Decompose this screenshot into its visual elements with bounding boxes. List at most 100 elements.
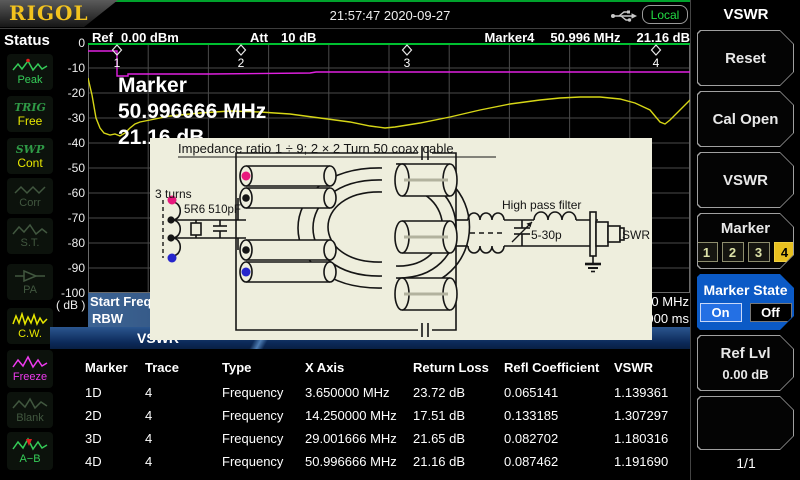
col-x-axis: X Axis [305, 360, 413, 375]
start-freq-label: Start Freq [90, 294, 151, 309]
marker-table: Marker Trace Type X Axis Return Loss Ref… [62, 352, 690, 473]
marker-state-off[interactable]: Off [750, 303, 792, 322]
marker-number: 1 [114, 56, 121, 70]
marker-diamond [403, 45, 412, 55]
turns-label: 3 turns [155, 187, 192, 201]
clock-timestamp: 21:57:47 2020-09-27 [300, 8, 480, 23]
status-tile-pa[interactable]: PA [7, 264, 53, 300]
y-tick: -20 [52, 86, 85, 100]
status-tile-swp[interactable]: SWP Cont [7, 138, 53, 174]
cw-waveform-icon [11, 312, 49, 327]
marker-number: 3 [404, 56, 411, 70]
status-tile-freeze[interactable]: Freeze [7, 350, 53, 388]
status-tile-label: S.T. [21, 237, 40, 249]
brand-logo: RIGOL [9, 1, 89, 25]
marker-state-on[interactable]: On [700, 303, 742, 322]
vswr-button[interactable]: VSWR [697, 152, 794, 208]
local-mode-badge: Local [642, 5, 688, 24]
status-tile-label: Blank [16, 412, 44, 424]
trig-tag: TRIG [14, 102, 46, 114]
y-tick: -70 [52, 211, 85, 225]
status-tile-label: Freeze [13, 371, 47, 383]
sweep-time-fragment: 000 ms [646, 311, 689, 326]
rc-label: 5R6 510pF [184, 204, 241, 216]
col-trace: Trace [145, 360, 222, 375]
usb-icon [610, 8, 638, 29]
table-row: 2D4Frequency14.250000 MHz17.51 dB0.13318… [62, 404, 690, 427]
marker-4-box[interactable]: 4 [774, 242, 796, 262]
corr-icon [11, 183, 49, 196]
rbw-label: RBW [92, 311, 123, 326]
marker-number: 2 [238, 56, 245, 70]
marker-select-button[interactable]: Marker 1 2 3 4 [697, 213, 794, 269]
preamp-icon [11, 269, 49, 283]
menu-title: VSWR [691, 6, 800, 23]
peak-waveform-icon [11, 58, 49, 73]
y-tick: -40 [52, 136, 85, 150]
marker-block-freq: 50.996666 MHz [118, 99, 266, 125]
circuit-diagram: Impedance ratio 1 ÷ 9; 2 × 2 Turn 50 coa… [150, 138, 652, 340]
col-type: Type [222, 360, 305, 375]
blue-terminal-dot [168, 254, 177, 263]
sweep-time-icon [11, 223, 49, 236]
circuit-diagram-overlay: Impedance ratio 1 ÷ 9; 2 × 2 Turn 50 coa… [150, 138, 652, 340]
topbar-separator [0, 28, 690, 29]
status-tile-a-minus-b[interactable]: A−B [7, 432, 53, 470]
y-tick: -80 [52, 236, 85, 250]
swr-label: SWR [622, 228, 650, 242]
col-marker: Marker [85, 360, 145, 375]
overlay-title: Impedance ratio 1 ÷ 9; 2 × 2 Turn 50 coa… [178, 141, 454, 156]
y-tick: -10 [52, 61, 85, 75]
status-tile-blank[interactable]: Blank [7, 392, 53, 428]
reset-button[interactable]: Reset [697, 30, 794, 86]
y-tick: -30 [52, 111, 85, 125]
y-tick: 0 [52, 36, 85, 50]
marker-state-label: Marker State [703, 282, 787, 298]
table-row: 1D4Frequency3.650000 MHz23.72 dB0.065141… [62, 381, 690, 404]
col-refl-coefficient: Refl Coefficient [504, 360, 614, 375]
analyzer-screen: RIGOL 21:57:47 2020-09-27 Local Status P… [0, 0, 800, 480]
status-tile-trig[interactable]: TRIG Free [7, 96, 53, 132]
marker-diamond [237, 45, 246, 55]
marker-1-box[interactable]: 1 [696, 242, 718, 262]
status-tile-label: A−B [19, 453, 40, 465]
col-return-loss: Return Loss [413, 360, 504, 375]
table-row: 3D4Frequency29.001666 MHz21.65 dB0.08270… [62, 427, 690, 450]
a-minus-b-icon [11, 437, 49, 452]
status-tile-cw[interactable]: C.W. [7, 308, 53, 344]
y-axis-unit: ( dB ) [56, 298, 85, 312]
marker-3-box[interactable]: 3 [748, 242, 770, 262]
swp-tag: SWP [16, 144, 45, 156]
empty-softkey-button[interactable] [697, 396, 794, 450]
cal-open-button[interactable]: Cal Open [697, 91, 794, 147]
status-tile-corr[interactable]: Corr [7, 178, 53, 214]
marker-number: 4 [653, 56, 660, 70]
cap-label: 5-30p [531, 228, 562, 242]
ref-lvl-label: Ref Lvl [720, 345, 770, 362]
status-tile-peak[interactable]: Peak [7, 54, 53, 90]
ref-lvl-button[interactable]: Ref Lvl 0.00 dB [697, 335, 794, 391]
col-vswr: VSWR [614, 360, 690, 375]
y-tick: -50 [52, 161, 85, 175]
trig-value: Free [18, 115, 43, 127]
marker-diamond [652, 45, 661, 55]
status-tile-label: Peak [17, 74, 42, 86]
status-tile-label: PA [23, 284, 37, 296]
blank-waveform-icon [11, 397, 49, 411]
table-row: 4D4Frequency50.996666 MHz21.16 dB0.08746… [62, 450, 690, 473]
marker-state-button[interactable]: Marker State On Off [697, 274, 794, 330]
softkey-sidebar: VSWR Reset Cal Open VSWR Marker 1 2 3 4 … [690, 0, 800, 480]
swp-value: Cont [17, 157, 42, 169]
marker-2-box[interactable]: 2 [722, 242, 744, 262]
y-tick: -60 [52, 186, 85, 200]
ref-lvl-value: 0.00 dB [722, 367, 768, 382]
filter-label: High pass filter [502, 198, 581, 212]
status-tile-label: C.W. [18, 328, 42, 340]
freeze-waveform-icon [11, 355, 49, 370]
status-tile-st[interactable]: S.T. [7, 218, 53, 254]
marker-table-header: Marker Trace Type X Axis Return Loss Ref… [62, 356, 690, 379]
status-header: Status [4, 32, 50, 49]
menu-page-indicator: 1/1 [691, 455, 800, 471]
marker-select-label: Marker [721, 220, 770, 237]
marker-block-title: Marker [118, 73, 266, 99]
